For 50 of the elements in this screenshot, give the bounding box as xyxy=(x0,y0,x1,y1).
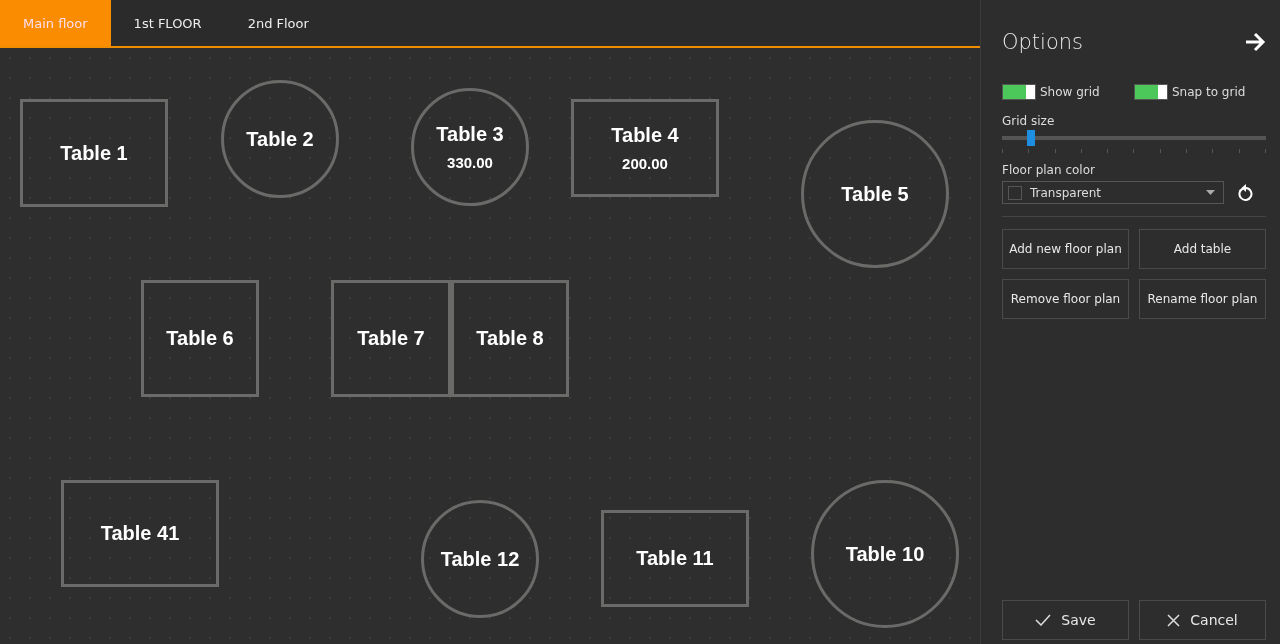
color-label: Floor plan color xyxy=(1002,163,1096,177)
table-name: Table 5 xyxy=(841,182,909,206)
panel-title: Options xyxy=(1002,30,1084,54)
floor-tab[interactable]: 2nd Floor xyxy=(224,0,332,46)
table-shape[interactable]: Table 41 xyxy=(61,480,219,587)
table-shape[interactable]: Table 5 xyxy=(801,120,949,268)
table-name: Table 4 xyxy=(611,124,679,147)
footer-button[interactable]: Cancel xyxy=(1139,600,1266,640)
reset-icon[interactable] xyxy=(1238,183,1254,202)
table-name: Table 41 xyxy=(100,522,180,545)
toggle-switch[interactable] xyxy=(1002,84,1036,100)
table-shape[interactable]: Table 11 xyxy=(601,510,749,607)
table-shape[interactable]: Table 12 xyxy=(421,500,539,618)
toggle-switch[interactable] xyxy=(1134,84,1168,100)
table-shape[interactable]: Table 8 xyxy=(451,280,569,397)
table-shape[interactable]: Table 6 xyxy=(141,280,259,397)
toggle-label: Show grid xyxy=(1040,85,1100,99)
grid-size-slider[interactable] xyxy=(1002,130,1266,146)
arrow-right-icon[interactable] xyxy=(1244,32,1266,52)
table-name: Table 8 xyxy=(476,327,544,350)
table-shape[interactable]: Table 4 200.00 xyxy=(571,99,719,197)
table-name: Table 6 xyxy=(166,327,234,350)
table-shape[interactable]: Table 7 xyxy=(331,280,451,397)
footer-button[interactable]: Save xyxy=(1002,600,1129,640)
action-button[interactable]: Add table xyxy=(1139,229,1266,269)
floor-tab[interactable]: 1st FLOOR xyxy=(110,0,225,46)
table-amount: 330.00 xyxy=(447,154,493,171)
slider-label: Grid size xyxy=(1002,114,1056,128)
caret-icon xyxy=(1206,190,1215,195)
table-name: Table 3 xyxy=(436,123,504,146)
table-name: Table 1 xyxy=(60,141,128,165)
color-swatch-icon xyxy=(1008,185,1022,200)
color-dropdown[interactable]: Transparent xyxy=(1002,181,1224,204)
table-name: Table 2 xyxy=(246,127,314,151)
table-shape[interactable]: Table 1 xyxy=(20,99,168,207)
table-name: Table 11 xyxy=(636,547,714,570)
table-shape[interactable]: Table 3 330.00 xyxy=(411,88,529,206)
close-icon xyxy=(1167,613,1181,627)
toggle-label: Snap to grid xyxy=(1172,85,1246,99)
table-shape[interactable]: Table 10 xyxy=(811,480,959,628)
table-name: Table 12 xyxy=(440,547,520,571)
table-shape[interactable]: Table 2 xyxy=(221,80,339,198)
action-button[interactable]: Remove floor plan xyxy=(1002,279,1129,319)
action-button[interactable]: Rename floor plan xyxy=(1139,279,1266,319)
slider-thumb[interactable] xyxy=(1027,130,1036,146)
table-amount: 200.00 xyxy=(622,155,668,172)
action-button[interactable]: Add new floor plan xyxy=(1002,229,1129,269)
table-name: Table 10 xyxy=(845,542,925,566)
table-name: Table 7 xyxy=(357,327,425,350)
check-icon xyxy=(1035,614,1052,626)
